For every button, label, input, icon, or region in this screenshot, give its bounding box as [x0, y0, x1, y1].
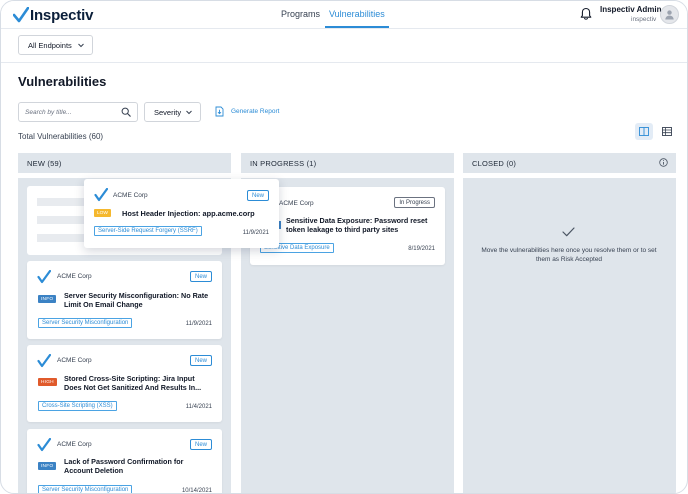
severity-dropdown[interactable]: Severity	[144, 102, 201, 122]
bell-icon[interactable]	[579, 7, 593, 21]
company-shield-icon	[37, 354, 51, 368]
user-icon	[665, 10, 674, 20]
page-title: Vulnerabilities	[18, 74, 107, 89]
info-icon[interactable]	[659, 158, 668, 167]
card-title-line: Limit On Email Change	[64, 300, 143, 309]
search-icon[interactable]	[121, 107, 131, 117]
company-name: ACME Corp	[113, 192, 148, 199]
brand-name: Inspectiv	[30, 6, 94, 24]
avatar[interactable]	[660, 5, 679, 24]
column-label: CLOSED (0)	[472, 158, 517, 168]
severity-badge: INFO	[38, 295, 57, 303]
column-label: NEW (59)	[27, 158, 62, 168]
kanban-view-toggle[interactable]	[635, 123, 653, 140]
status-badge: New	[189, 439, 212, 450]
chevron-down-icon	[186, 110, 192, 115]
table-icon	[662, 127, 672, 136]
user-org: inspectiv	[631, 16, 657, 23]
dragged-vulnerability-card[interactable]: ACME Corp New LOW Host Header Injection:…	[84, 179, 279, 248]
generate-report-label: Generate Report	[231, 108, 280, 115]
logo-check-icon	[13, 7, 29, 23]
search-box[interactable]	[18, 102, 138, 122]
column-header-in-progress: IN PROGRESS (1)	[241, 153, 454, 173]
vulnerability-card[interactable]: ACME Corp New HIGH Stored Cross-Site Scr…	[27, 345, 222, 422]
severity-badge: HIGH	[38, 378, 57, 386]
download-file-icon	[215, 106, 224, 117]
user-name: Inspectiv Admin	[600, 5, 662, 14]
total-vulnerabilities: Total Vulnerabilities (60)	[18, 132, 104, 141]
company-name: ACME Corp	[57, 273, 92, 280]
severity-badge: LOW	[94, 209, 111, 217]
status-badge: New	[246, 190, 269, 201]
app-window: Inspectiv Programs Vulnerabilities Inspe…	[0, 0, 688, 494]
search-input[interactable]	[25, 106, 119, 118]
company-shield-icon	[37, 438, 51, 452]
category-tag: Cross-Site Scripting (XSS)	[38, 401, 117, 411]
endpoints-dropdown-label: All Endpoints	[28, 40, 72, 50]
status-badge: New	[189, 355, 212, 366]
company-name: ACME Corp	[57, 441, 92, 448]
severity-badge: INFO	[38, 462, 57, 470]
company-name: ACME Corp	[279, 200, 314, 207]
nav-tab-programs[interactable]: Programs	[281, 9, 320, 19]
column-header-new: NEW (59)	[18, 153, 231, 173]
column-label: IN PROGRESS (1)	[250, 158, 317, 168]
vulnerability-card[interactable]: ACME Corp New INFO Server Security Misco…	[27, 261, 222, 339]
chevron-down-icon	[78, 43, 84, 48]
columns-icon	[639, 127, 649, 136]
company-name: ACME Corp	[57, 357, 92, 364]
card-title-line: token leakage to third party sites	[286, 225, 399, 234]
card-date: 10/14/2021	[181, 488, 212, 494]
skeleton-line	[37, 198, 87, 206]
column-header-closed: CLOSED (0)	[463, 153, 676, 173]
company-shield-icon	[37, 270, 51, 284]
card-title-line: Does Not Get Sanitized And Results In...	[64, 383, 202, 392]
endpoints-dropdown[interactable]: All Endpoints	[18, 35, 93, 55]
card-date: 11/9/2021	[185, 321, 212, 327]
active-tab-indicator	[325, 26, 389, 28]
checkmark-icon	[562, 227, 575, 237]
table-view-toggle[interactable]	[658, 123, 676, 140]
column-closed	[463, 178, 676, 493]
endpoint-filter-bar: All Endpoints	[1, 29, 687, 63]
card-title-line: Account Deletion	[64, 466, 124, 475]
top-navbar: Inspectiv Programs Vulnerabilities Inspe…	[1, 1, 687, 29]
vulnerability-card[interactable]: ACME Corp New INFO Lack of Password Conf…	[27, 429, 222, 494]
generate-report-button[interactable]: Generate Report	[215, 106, 279, 117]
card-date: 11/4/2021	[185, 404, 212, 410]
brand-logo[interactable]: Inspectiv	[13, 5, 93, 25]
card-title: Host Header Injection: app.acme.corp	[122, 209, 255, 218]
closed-empty-message: Move the vulnerabilities here once you r…	[481, 247, 657, 263]
status-badge: New	[189, 271, 212, 282]
card-date: 8/19/2021	[408, 246, 435, 252]
category-tag: Server Security Misconfiguration	[38, 318, 133, 328]
nav-tab-vulnerabilities[interactable]: Vulnerabilities	[329, 9, 385, 19]
severity-dropdown-label: Severity	[154, 107, 182, 117]
category-tag: Server Security Misconfiguration	[38, 485, 133, 493]
category-tag: Server-Side Request Forgery (SSRF)	[94, 226, 202, 236]
company-shield-icon	[94, 188, 108, 202]
card-date: 11/9/2021	[242, 230, 269, 236]
status-badge: In Progress	[394, 197, 435, 208]
